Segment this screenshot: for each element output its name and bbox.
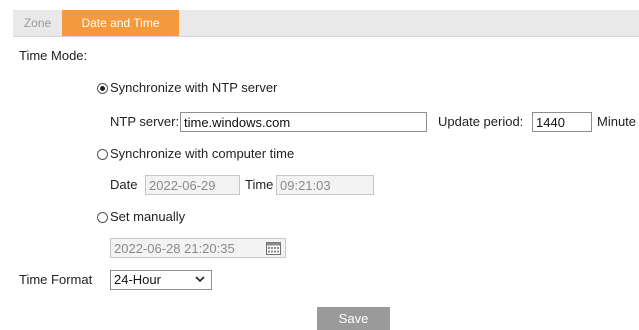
time-mode-label: Time Mode:: [19, 48, 88, 63]
chevron-down-icon: [195, 276, 205, 283]
date-field: [145, 175, 240, 195]
time-format-label: Time Format: [19, 272, 93, 287]
computer-sync-radio[interactable]: [97, 149, 108, 160]
tab-date-and-time[interactable]: Date and Time: [62, 10, 179, 36]
update-period-unit: Minute: [597, 114, 637, 129]
manual-option-label: Set manually: [110, 209, 186, 224]
update-period-input[interactable]: [532, 112, 592, 132]
time-format-select[interactable]: 24-Hour: [110, 270, 212, 290]
save-button[interactable]: Save: [317, 307, 390, 330]
ntp-server-input[interactable]: [180, 112, 427, 132]
calendar-icon[interactable]: [266, 242, 281, 255]
update-period-label: Update period:: [438, 114, 524, 129]
ntp-server-label: NTP server:: [110, 114, 180, 129]
time-label: Time: [245, 177, 274, 192]
tab-bar: Zone Date and Time: [13, 10, 639, 37]
manual-radio[interactable]: [97, 212, 108, 223]
computer-sync-option-label: Synchronize with computer time: [110, 146, 295, 161]
ntp-sync-option-label: Synchronize with NTP server: [110, 80, 278, 95]
date-label: Date: [110, 177, 138, 192]
time-format-value: 24-Hour: [114, 272, 161, 287]
tab-zone[interactable]: Zone: [13, 10, 62, 36]
ntp-sync-radio[interactable]: [97, 83, 108, 94]
manual-datetime-field[interactable]: [110, 238, 286, 258]
time-field: [276, 175, 374, 195]
